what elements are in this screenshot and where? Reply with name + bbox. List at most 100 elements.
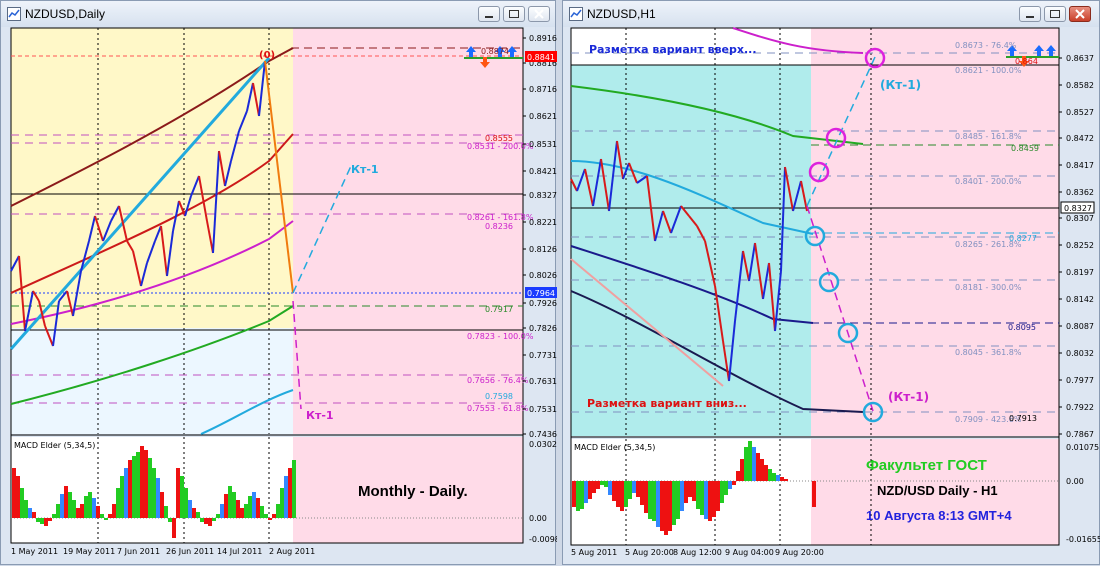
macd-bar [244,504,248,518]
price-tick-label: 0.8307 [1066,214,1094,223]
price-tick-label: 0.8087 [1066,322,1094,331]
macd-bar [256,498,260,518]
price-tick-label: 0.8252 [1066,241,1094,250]
macd-bar [712,481,716,517]
macd-bar [684,481,688,503]
price-tick-label: 0.8417 [1066,161,1094,170]
macd-bar [288,468,292,518]
level-label: 0.8181 - 300.0% [955,283,1022,292]
daily-chart[interactable]: Кт-1Кт-1(0) 0.88740.85550.8531 - 200.0%0.… [1,1,557,566]
macd-bar [124,468,128,518]
macd-bar [40,518,44,524]
macd-bar [136,452,140,518]
macd-bar [724,481,728,495]
macd-bar [588,481,592,499]
macd-bar [52,514,56,518]
level-label: 0.8459 [1011,144,1039,153]
level-label: 0.8236 [485,222,513,231]
level-label: 0.8401 - 200.0% [955,177,1022,186]
macd-scale-label: -0.00986 [529,535,557,544]
macd-bar [696,481,700,509]
macd-bar [116,488,120,518]
macd-scale-label: 0.01075 [1066,443,1099,452]
date-label: 2 Aug 2011 [269,547,315,556]
macd-bar [140,446,144,518]
macd-bar [44,518,48,526]
price-tick-label: 0.8916 [529,34,557,43]
level-label: 0.7917 [485,305,513,314]
macd-bar [644,481,648,513]
macd-bar [208,518,212,526]
macd-bar [612,481,616,501]
level-label: 0.8095 [1008,323,1036,332]
macd-scale-label: 0.00 [1066,477,1084,486]
level-label: 0.7553 - 61.8% [467,404,529,413]
macd-bar [632,481,636,493]
macd-bar [600,481,604,485]
macd-bar [752,447,756,481]
pair-caption: NZD/USD Daily - H1 [877,483,998,498]
date-caption: 10 Августа 8:13 GMT+4 [866,508,1012,523]
macd-bar [160,492,164,518]
macd-bar [636,481,640,497]
variant-down-label: Разметка вариант вниз... [587,397,747,410]
kt-label-bottom: (Кт-1) [888,390,929,404]
price-tick-label: 0.8032 [1066,349,1094,358]
macd-bar [60,494,64,518]
macd-bar [760,459,764,481]
macd-bar [148,458,152,518]
macd-bar [688,481,692,497]
macd-bar [92,498,96,518]
macd-bar [780,477,784,481]
macd-bar [24,500,28,518]
macd-bar [768,469,772,481]
macd-bar [708,481,712,521]
price-tag-label: 0.8327 [1064,204,1092,213]
macd-bar [608,481,612,495]
macd-bar [152,468,156,518]
macd-label: MACD Elder (5,34,5) [574,443,655,452]
macd-bar [604,481,608,487]
date-label: 9 Aug 20:00 [775,548,824,557]
macd-bar [204,518,208,524]
pink-zone [293,28,523,434]
date-label: 8 Aug 12:00 [673,548,722,557]
price-tick-label: 0.8142 [1066,295,1094,304]
macd-bar [248,496,252,518]
macd-bar [192,508,196,518]
macd-bar [172,518,176,538]
price-tick-label: 0.7731 [529,351,557,360]
macd-bar [280,488,284,518]
price-tick-label: 0.8582 [1066,81,1094,90]
date-label: 9 Aug 04:00 [725,548,774,557]
macd-bar [120,476,124,518]
price-tick-label: 0.7436 [529,430,557,439]
chart-window-daily[interactable]: NZDUSD,Daily Кт-1 Кт-1 (0) 0.8874 0.8555 0.85… [0,0,557,566]
macd-bar [20,488,24,518]
kt-label-top: (Кт-1) [880,78,921,92]
price-tick-label: 0.8421 [529,167,557,176]
macd-bar [112,504,116,518]
macd-bar [224,494,228,518]
date-label: 5 Aug 2011 [571,548,617,557]
macd-bar [64,486,68,518]
price-tick-label: 0.8362 [1066,188,1094,197]
h1-chart[interactable]: Разметка вариант вверх... Разметка вариан… [563,1,1100,566]
price-tick-label: 0.8026 [529,271,557,280]
macd-bar [716,481,720,511]
chart-window-h1[interactable]: NZDUSD,H1 Разметка вариант вверх... Разме… [562,0,1100,565]
macd-bar [648,481,652,519]
price-tick-label: 0.8637 [1066,54,1094,63]
level-label: 0.864 [1015,57,1038,66]
macd-bar [156,478,160,518]
macd-bar [292,460,296,518]
macd-bar [736,471,740,481]
price-tick-label: 0.8221 [529,218,557,227]
macd-bar [212,518,216,521]
macd-bar [640,481,644,505]
kt-label-bottom: Кт-1 [306,409,334,422]
macd-bar [740,459,744,481]
pink-zone [811,28,1059,436]
macd-label: MACD Elder (5,34,5) [14,441,95,450]
price-tick-label: 0.8327 [529,191,557,200]
